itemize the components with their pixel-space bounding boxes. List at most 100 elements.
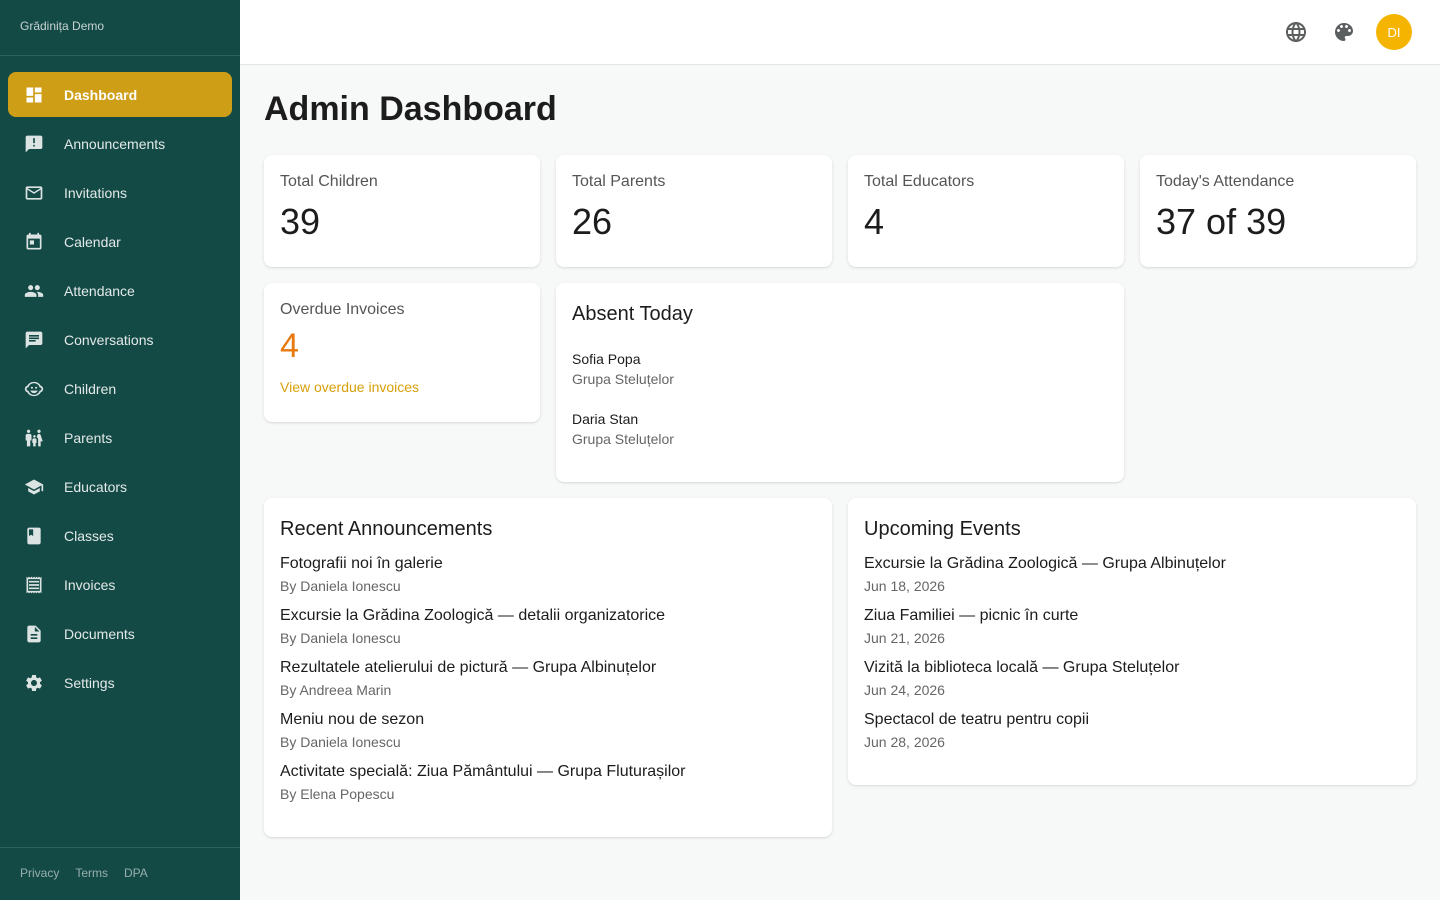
stat-value: 37 of 39 (1156, 201, 1287, 242)
mail-icon (24, 183, 44, 203)
event-title: Excursie la Grădina Zoologică — Grupa Al… (864, 555, 1226, 572)
document-icon (24, 624, 44, 644)
terms-link[interactable]: Terms (75, 866, 108, 900)
sidebar-item-label: Invoices (64, 576, 116, 593)
sidebar-item-educators[interactable]: Educators (8, 464, 232, 509)
topbar: DI (240, 0, 1440, 65)
sidebar-item-settings[interactable]: Settings (8, 660, 232, 705)
child-name: Daria Stan (572, 411, 639, 427)
list-item[interactable]: Rezultatele atelierului de pictură — Gru… (280, 658, 816, 710)
announcement-icon (24, 134, 44, 154)
list-item[interactable]: Spectacol de teatru pentru copii Jun 28,… (864, 710, 1400, 762)
page-title: Admin Dashboard (264, 90, 557, 128)
event-date: Jun 21, 2026 (864, 630, 945, 646)
chat-icon (24, 330, 44, 350)
event-title: Vizită la biblioteca locală — Grupa Stel… (864, 659, 1180, 676)
list-item[interactable]: Excursie la Grădina Zoologică — detalii … (280, 606, 816, 658)
view-overdue-invoices-link[interactable]: View overdue invoices (280, 379, 419, 395)
sidebar-nav: Dashboard Announcements Invitations Cale… (0, 56, 240, 705)
announcement-author: By Daniela Ionescu (280, 578, 401, 594)
announcement-title: Fotografii noi în galerie (280, 555, 443, 572)
announcements-list: Fotografii noi în galerie By Daniela Ion… (280, 554, 816, 814)
stat-label: Total Educators (864, 173, 975, 190)
sidebar-item-invoices[interactable]: Invoices (8, 562, 232, 607)
event-title: Spectacol de teatru pentru copii (864, 711, 1090, 728)
family-icon (24, 428, 44, 448)
absent-list: Sofia Popa Grupa Steluțelor Daria Stan G… (572, 349, 674, 469)
list-item[interactable]: Fotografii noi în galerie By Daniela Ion… (280, 554, 816, 606)
announcement-title: Rezultatele atelierului de pictură — Gru… (280, 659, 657, 676)
sidebar-item-conversations[interactable]: Conversations (8, 317, 232, 362)
sidebar-item-label: Invitations (64, 184, 128, 201)
child-group: Grupa Steluțelor (572, 431, 674, 447)
sidebar-item-label: Documents (64, 625, 135, 642)
stat-label: Today's Attendance (1156, 173, 1295, 190)
calendar-icon (24, 232, 44, 252)
upcoming-events-card: Upcoming Events Excursie la Grădina Zool… (848, 498, 1416, 785)
sidebar-item-label: Educators (64, 478, 128, 495)
child-group: Grupa Steluțelor (572, 371, 674, 387)
people-icon (24, 281, 44, 301)
event-date: Jun 18, 2026 (864, 578, 945, 594)
announcement-author: By Elena Popescu (280, 786, 395, 802)
stat-value: 4 (864, 201, 885, 242)
announcement-author: By Daniela Ionescu (280, 630, 401, 646)
avatar[interactable]: DI (1376, 14, 1412, 50)
gear-icon (24, 673, 44, 693)
stat-value: 39 (280, 201, 321, 242)
sidebar-item-parents[interactable]: Parents (8, 415, 232, 460)
privacy-link[interactable]: Privacy (20, 866, 59, 900)
list-item[interactable]: Ziua Familiei — picnic în curte Jun 21, … (864, 606, 1400, 658)
event-date: Jun 24, 2026 (864, 682, 945, 698)
sidebar-item-label: Announcements (64, 135, 166, 152)
sidebar-item-label: Classes (64, 527, 114, 544)
globe-icon[interactable] (1284, 20, 1308, 44)
list-item[interactable]: Vizită la biblioteca locală — Grupa Stel… (864, 658, 1400, 710)
sidebar-item-classes[interactable]: Classes (8, 513, 232, 558)
total-educators-card: Total Educators 4 (848, 155, 1124, 267)
events-list: Excursie la Grădina Zoologică — Grupa Al… (864, 554, 1400, 762)
stat-value: 26 (572, 201, 613, 242)
list-item[interactable]: Excursie la Grădina Zoologică — Grupa Al… (864, 554, 1400, 606)
announcement-author: By Andreea Marin (280, 682, 392, 698)
list-item[interactable]: Meniu nou de sezon By Daniela Ionescu (280, 710, 816, 762)
announcement-author: By Daniela Ionescu (280, 734, 401, 750)
book-icon (24, 526, 44, 546)
attendance-card: Today's Attendance 37 of 39 (1140, 155, 1416, 267)
school-icon (24, 477, 44, 497)
list-item[interactable]: Activitate specială: Ziua Pământului — G… (280, 762, 816, 814)
receipt-icon (24, 575, 44, 595)
child-face-icon (24, 379, 44, 399)
sidebar-item-announcements[interactable]: Announcements (8, 121, 232, 166)
sidebar-item-children[interactable]: Children (8, 366, 232, 411)
sidebar-item-label: Dashboard (64, 86, 138, 103)
event-title: Ziua Familiei — picnic în curte (864, 607, 1079, 624)
palette-icon[interactable] (1332, 20, 1356, 44)
sidebar-item-label: Conversations (64, 331, 154, 348)
sidebar-footer: Privacy Terms DPA (0, 847, 240, 900)
sidebar-item-label: Children (64, 380, 117, 397)
stat-label: Total Parents (572, 173, 666, 190)
card-title: Upcoming Events (864, 518, 1021, 540)
stat-value: 4 (280, 327, 299, 365)
sidebar-item-label: Parents (64, 429, 113, 446)
sidebar-item-dashboard[interactable]: Dashboard (8, 72, 232, 117)
sidebar-item-calendar[interactable]: Calendar (8, 219, 232, 264)
card-title: Recent Announcements (280, 518, 493, 540)
sidebar-item-invitations[interactable]: Invitations (8, 170, 232, 215)
sidebar-item-label: Settings (64, 674, 115, 691)
announcement-title: Meniu nou de sezon (280, 711, 425, 728)
announcement-title: Activitate specială: Ziua Pământului — G… (280, 763, 686, 780)
absent-today-card: Absent Today Sofia Popa Grupa Steluțelor… (556, 283, 1124, 482)
sidebar-item-label: Calendar (64, 233, 121, 250)
dashboard-icon (24, 85, 44, 105)
dpa-link[interactable]: DPA (124, 866, 148, 900)
sidebar-item-documents[interactable]: Documents (8, 611, 232, 656)
sidebar-item-label: Attendance (64, 282, 135, 299)
stat-label: Overdue Invoices (280, 301, 405, 318)
child-name: Sofia Popa (572, 351, 641, 367)
recent-announcements-card: Recent Announcements Fotografii noi în g… (264, 498, 832, 837)
sidebar-item-attendance[interactable]: Attendance (8, 268, 232, 313)
list-item: Sofia Popa Grupa Steluțelor (572, 349, 674, 409)
sidebar: Grădinița Demo Dashboard Announcements I… (0, 0, 240, 900)
